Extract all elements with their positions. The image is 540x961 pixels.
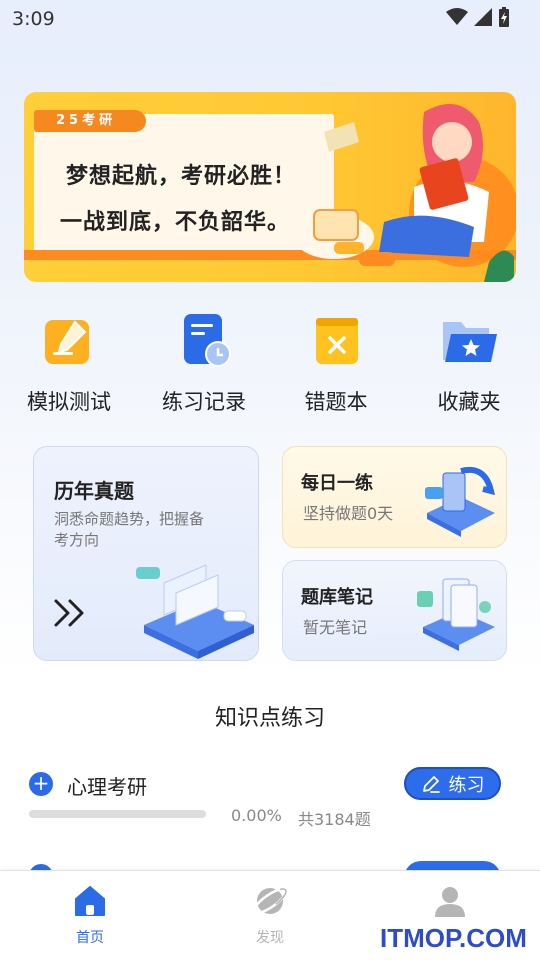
double-chevron-right-icon	[54, 599, 84, 627]
planet-icon	[252, 887, 288, 915]
edit-icon	[422, 775, 440, 793]
progress-percent: 0.00%	[231, 806, 282, 825]
status-icons	[446, 7, 510, 27]
wrong-book-icon	[316, 318, 358, 364]
quick-action-label: 模拟测试	[27, 390, 111, 414]
question-total: 共3184题	[298, 810, 371, 829]
banner-slogan-2: 一战到底，不负韶华。	[60, 210, 291, 235]
documents-illustration	[136, 564, 254, 659]
quick-action-label: 收藏夹	[437, 390, 501, 414]
quick-action-wrong-book[interactable]: 错题本	[269, 310, 403, 416]
past-exams-card[interactable]: 历年真题 洞悉命题趋势，把握备考方向	[33, 446, 259, 661]
signal-icon	[474, 8, 492, 26]
nav-home[interactable]: 首页	[30, 883, 150, 947]
battery-icon	[499, 7, 509, 27]
nav-discover-label: 发现	[256, 930, 284, 946]
star-folder-icon	[443, 322, 497, 362]
practice-button[interactable]: 练习	[404, 767, 501, 800]
nav-profile[interactable]	[390, 883, 510, 923]
watermark: ITMOP.COM	[380, 923, 527, 953]
question-notes-title: 题库笔记	[301, 587, 373, 608]
quick-action-practice-record[interactable]: 练习记录	[137, 310, 271, 416]
banner-tag: 25考研	[34, 110, 146, 132]
promo-banner[interactable]: 25考研 梦想起航，考研必胜！ 一战到底，不负韶华。	[24, 92, 516, 282]
knowledge-item-name: 心理考研	[67, 775, 147, 799]
quick-action-label: 练习记录	[162, 390, 246, 414]
pencil-note-icon	[45, 320, 89, 364]
past-exams-title: 历年真题	[54, 479, 134, 503]
status-time: 3:09	[12, 8, 55, 30]
daily-practice-illustration	[425, 467, 496, 537]
wifi-icon	[446, 8, 468, 25]
home-icon	[75, 886, 105, 916]
banner-slogan-1: 梦想起航，考研必胜！	[66, 164, 297, 189]
question-notes-subtitle: 暂无笔记	[303, 618, 368, 637]
document-clock-icon	[184, 314, 231, 367]
quick-action-mock-test[interactable]: 模拟测试	[2, 310, 136, 416]
notes-illustration	[417, 578, 495, 651]
nav-discover[interactable]: 发现	[210, 883, 330, 947]
practice-button-label: 练习	[448, 774, 485, 796]
question-notes-card[interactable]: 题库笔记 暂无笔记	[282, 560, 507, 661]
past-exams-subtitle: 洞悉命题趋势，把握备考方向	[54, 510, 205, 549]
progress-bar	[29, 810, 206, 818]
user-icon	[435, 887, 465, 917]
knowledge-section-title: 知识点练习	[214, 706, 325, 731]
daily-practice-card[interactable]: 每日一练 坚持做题0天	[282, 446, 507, 548]
quick-action-favorites[interactable]: 收藏夹	[402, 310, 536, 416]
quick-action-label: 错题本	[304, 390, 368, 414]
daily-practice-title: 每日一练	[301, 473, 373, 494]
nav-home-label: 首页	[76, 930, 104, 946]
expand-plus-icon[interactable]: +	[29, 772, 53, 796]
daily-practice-subtitle: 坚持做题0天	[303, 504, 394, 523]
student-illustration	[294, 104, 516, 282]
